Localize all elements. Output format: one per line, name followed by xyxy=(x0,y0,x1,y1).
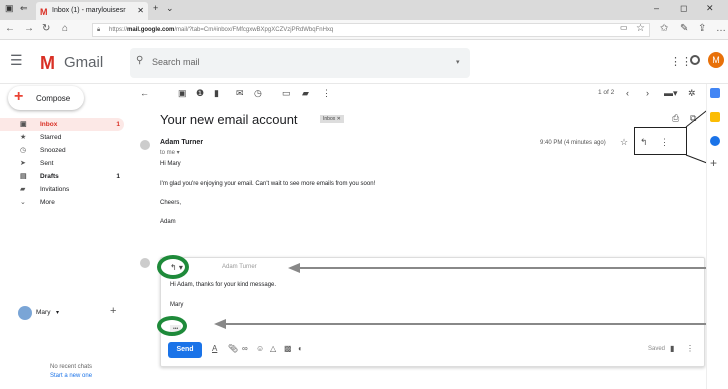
insert-emoji-icon[interactable]: ☺ xyxy=(256,344,264,353)
draft-saved-status: Saved xyxy=(648,346,666,352)
confidential-mode-icon[interactable]: ◐ xyxy=(298,344,303,353)
calendar-icon[interactable] xyxy=(710,88,720,98)
attach-file-icon[interactable]: 📎︎ xyxy=(228,344,238,353)
annotation-arrows xyxy=(214,99,721,329)
google-drive-icon[interactable]: △ xyxy=(270,344,276,353)
side-panel xyxy=(706,84,728,389)
discard-draft-icon[interactable]: ▮ xyxy=(670,344,674,353)
formatting-options-icon[interactable]: A xyxy=(212,344,217,353)
insert-photo-icon[interactable]: ▩ xyxy=(284,344,292,353)
get-addons-icon[interactable]: + xyxy=(710,156,717,170)
more-options-icon[interactable]: ⋮ xyxy=(686,344,694,353)
insert-link-icon[interactable]: ∞ xyxy=(242,344,248,353)
tasks-icon[interactable] xyxy=(710,136,720,146)
send-button[interactable]: Send xyxy=(168,342,202,358)
keep-icon[interactable] xyxy=(710,112,720,122)
